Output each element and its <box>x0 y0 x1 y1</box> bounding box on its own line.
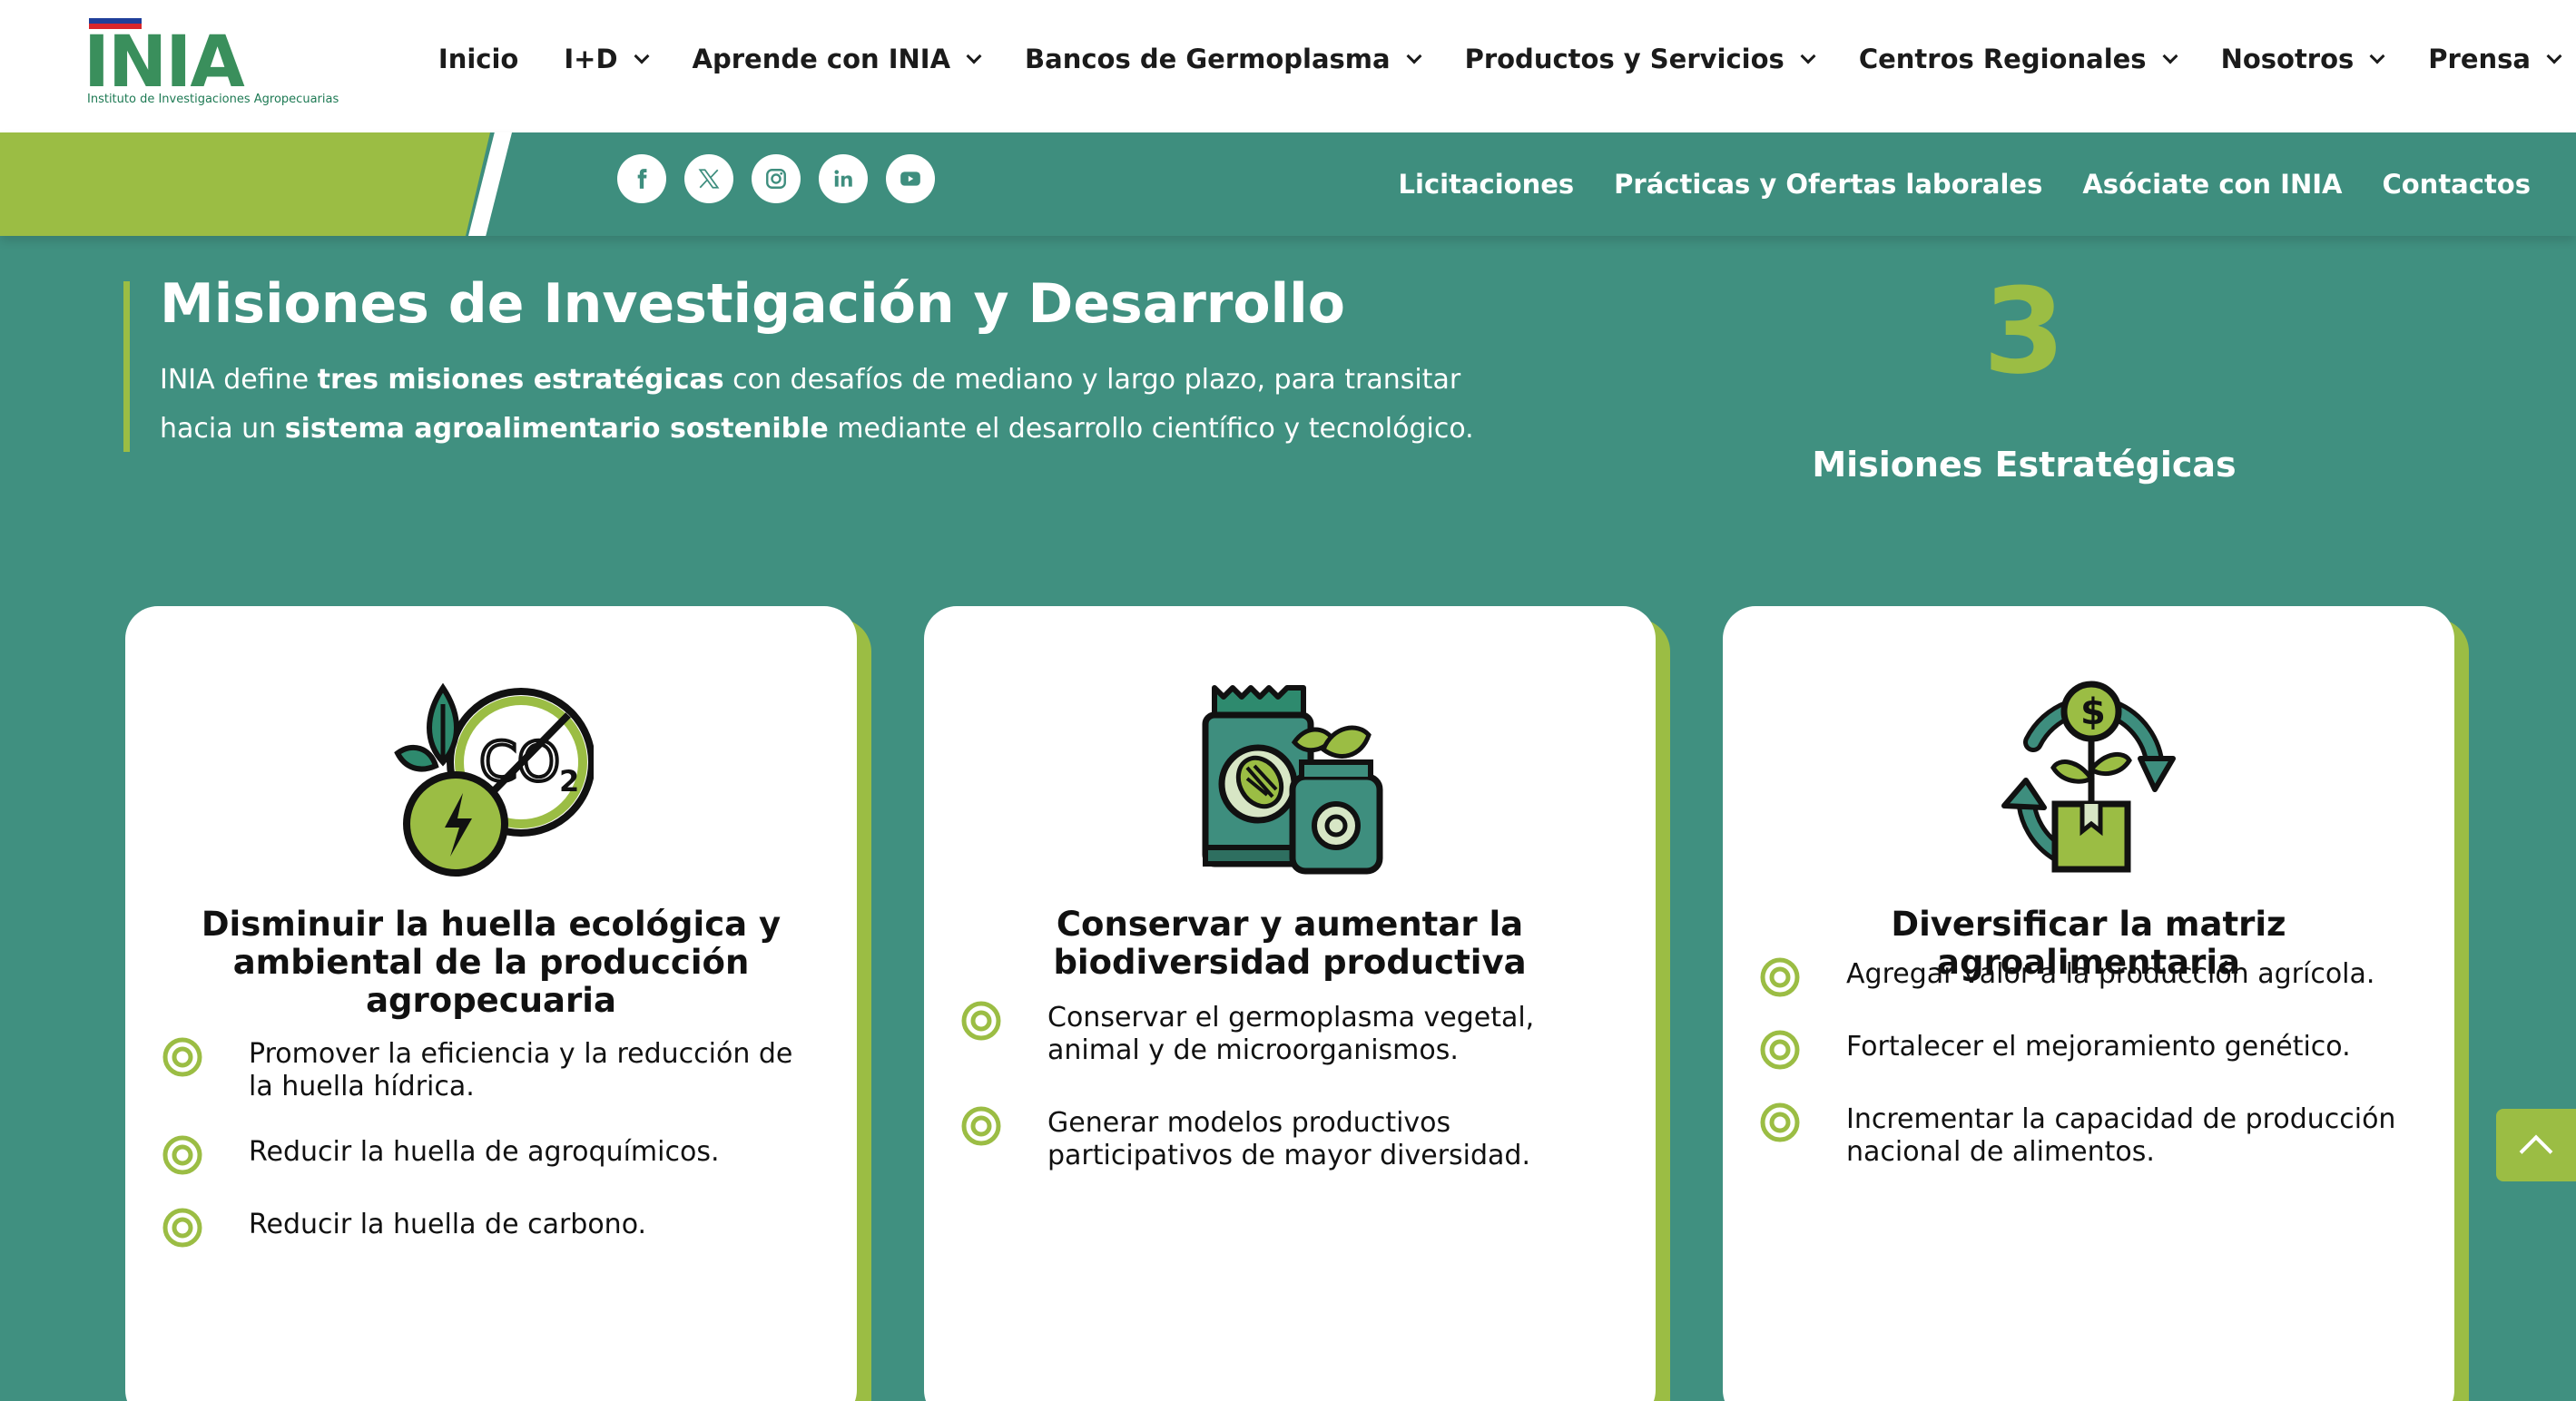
instagram-icon[interactable] <box>752 154 801 203</box>
secondary-bar: Licitaciones Prácticas y Ofertas laboral… <box>0 132 2576 236</box>
mission-card-3: $ Diversificar la matriz agroalimentaria… <box>1723 606 2469 1401</box>
list-item: Conservar el germoplasma vegetal, animal… <box>960 1001 1623 1067</box>
chevron-down-icon <box>2369 48 2385 64</box>
card-title: Conservar y aumentar la biodiversidad pr… <box>1053 905 1527 982</box>
main-nav: Inicio I+D Aprende con INIA Bancos de Ge… <box>393 44 2562 74</box>
x-twitter-icon[interactable] <box>684 154 733 203</box>
scroll-to-top-button[interactable] <box>2496 1109 2576 1181</box>
svg-text:$: $ <box>2080 691 2106 733</box>
chevron-down-icon <box>1406 48 1422 64</box>
hero-accent-bar <box>123 281 130 452</box>
nav-item-bancos[interactable]: Bancos de Germoplasma <box>1025 44 1422 74</box>
nav-item-centros[interactable]: Centros Regionales <box>1859 44 2178 74</box>
chevron-down-icon <box>966 48 982 64</box>
logo-subtitle: Instituto de Investigaciones Agropecuari… <box>87 93 339 106</box>
chevron-down-icon <box>2162 48 2178 64</box>
target-icon <box>1760 1030 1800 1070</box>
money-plant-cycle-icon: $ <box>2001 681 2176 873</box>
logo-wordmark: INIA <box>84 22 245 103</box>
list-item: Generar modelos productivos participativ… <box>960 1106 1623 1172</box>
target-icon <box>162 1208 202 1248</box>
nav-item-prensa[interactable]: Prensa <box>2428 44 2562 74</box>
nav-item-inicio[interactable]: Inicio <box>438 44 518 74</box>
mission-card-1: CO 2 Disminuir la huella ecológica y amb… <box>125 606 871 1401</box>
link-licitaciones[interactable]: Licitaciones <box>1399 169 1575 200</box>
social-links <box>617 154 935 203</box>
chevron-up-icon <box>2519 1134 2553 1169</box>
target-icon <box>961 1001 1001 1041</box>
secondary-links: Licitaciones Prácticas y Ofertas laboral… <box>1359 169 2531 200</box>
hero-description: INIA define tres misiones estratégicas c… <box>160 364 1474 445</box>
list-item: Promover la eficiencia y la reducción de… <box>162 1037 824 1103</box>
target-icon <box>162 1037 202 1077</box>
list-item: Agregar valor a la producción agrícola. <box>1759 957 2422 998</box>
list-item: Reducir la huella de agroquímicos. <box>162 1135 824 1176</box>
link-contactos[interactable]: Contactos <box>2382 169 2531 200</box>
stat-label: Misiones Estratégicas <box>1812 445 2237 485</box>
decorative-green-strip <box>0 132 490 236</box>
mission-card-2: Conservar y aumentar la biodiversidad pr… <box>924 606 1670 1401</box>
link-asociate[interactable]: Asóciate con INIA <box>2082 169 2342 200</box>
list-item: Incrementar la capacidad de producción n… <box>1759 1102 2422 1169</box>
list-item: Fortalecer el mejoramiento genético. <box>1759 1030 2422 1071</box>
target-icon <box>1760 1102 1800 1142</box>
nav-item-id[interactable]: I+D <box>564 44 650 74</box>
link-practicas[interactable]: Prácticas y Ofertas laborales <box>1614 169 2042 200</box>
stat-number: 3 <box>1982 262 2066 400</box>
nav-item-productos[interactable]: Productos y Servicios <box>1465 44 1816 74</box>
inia-logo[interactable]: INIA Instituto de Investigaciones Agrope… <box>84 18 339 109</box>
target-icon <box>162 1135 202 1175</box>
card-bullet-list: Agregar valor a la producción agrícola. … <box>1759 957 2422 1201</box>
chevron-down-icon <box>634 48 650 64</box>
facebook-icon[interactable] <box>617 154 666 203</box>
linkedin-icon[interactable] <box>819 154 868 203</box>
chevron-down-icon <box>2546 48 2562 64</box>
list-item: Reducir la huella de carbono. <box>162 1208 824 1249</box>
nav-item-aprende[interactable]: Aprende con INIA <box>693 44 982 74</box>
card-bullet-list: Conservar el germoplasma vegetal, animal… <box>960 1001 1623 1205</box>
card-title: Disminuir la huella ecológica y ambienta… <box>201 905 782 1020</box>
svg-text:CO: CO <box>479 730 560 794</box>
target-icon <box>1760 957 1800 997</box>
svg-text:2: 2 <box>559 764 579 798</box>
top-header: INIA Instituto de Investigaciones Agrope… <box>0 0 2576 132</box>
co2-reduction-icon: CO 2 <box>394 682 594 877</box>
target-icon <box>961 1106 1001 1146</box>
youtube-icon[interactable] <box>886 154 935 203</box>
page-title: Misiones de Investigación y Desarrollo <box>160 272 1345 336</box>
nav-item-nosotros[interactable]: Nosotros <box>2221 44 2385 74</box>
card-bullet-list: Promover la eficiencia y la reducción de… <box>162 1037 824 1281</box>
chevron-down-icon <box>1800 48 1816 64</box>
seed-bag-icon <box>1202 685 1383 875</box>
